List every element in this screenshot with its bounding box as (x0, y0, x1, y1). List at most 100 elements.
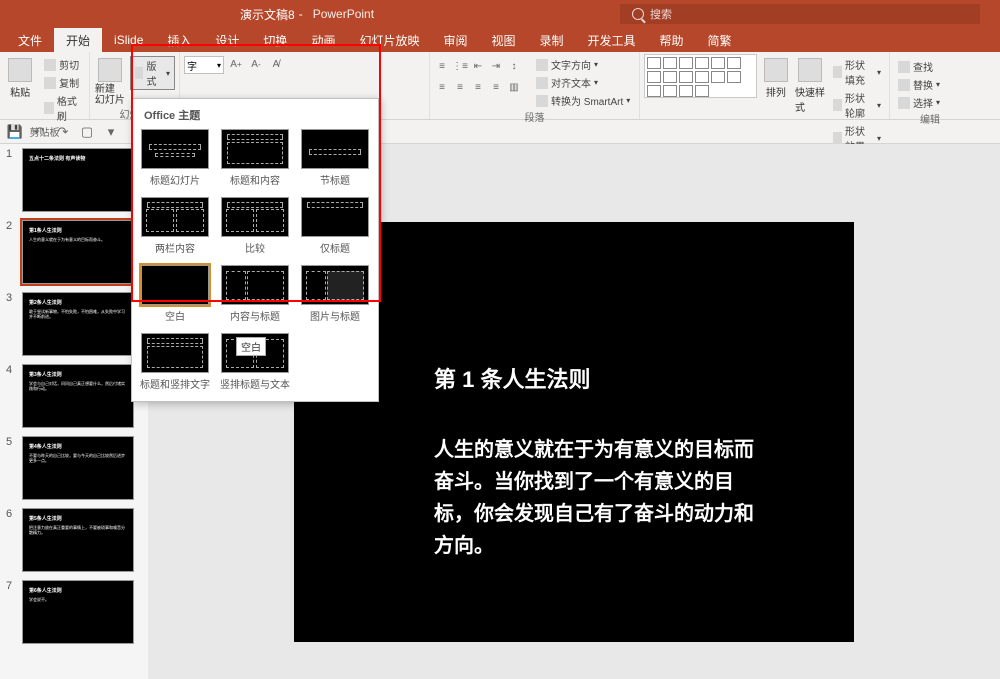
slide-thumbnail[interactable]: 五点十二条法则 有声读物 (22, 148, 134, 212)
tab-file[interactable]: 文件 (6, 28, 54, 52)
slide-thumbnail[interactable]: 第1条人生法则人生的意义就在于为有意义的目标而奋斗。 (22, 220, 134, 284)
layout-option-title-vtext[interactable]: 标题和竖排文字 (140, 333, 210, 391)
tab-animations[interactable]: 动画 (299, 28, 347, 52)
slide-thumbnail[interactable]: 第5条人生法则把注意力放在真正重要的事情上，不要被琐事和噪音分散精力。 (22, 508, 134, 572)
tab-insert[interactable]: 插入 (155, 28, 203, 52)
thumbnail-number: 7 (6, 580, 16, 644)
shape-icon (695, 57, 709, 69)
thumbnail-title: 第6条人生法则 (29, 587, 127, 594)
layout-option-label: 内容与标题 (230, 308, 280, 323)
line-spacing-button[interactable]: ↕ (506, 58, 522, 74)
thumbnail-row: 1五点十二条法则 有声读物 (6, 148, 142, 212)
bullets-button[interactable]: ≡ (434, 58, 450, 74)
align-justify-button[interactable]: ≡ (488, 79, 504, 95)
copy-button[interactable]: 复制 (40, 74, 85, 91)
slide-thumbnail[interactable]: 第2条人生法则敢于尝试新事物，不怕失败，不怕困难，从失败中学习并不断前进。 (22, 292, 134, 356)
layout-option-title-slide[interactable]: 标题幻灯片 (140, 129, 210, 187)
layout-thumb-icon (141, 333, 209, 373)
shapes-gallery[interactable] (644, 54, 757, 98)
text-direction-icon (536, 59, 548, 71)
tab-jianfan[interactable]: 简繁 (696, 28, 744, 52)
chevron-down-icon: ▾ (166, 69, 170, 78)
tab-home[interactable]: 开始 (54, 28, 102, 52)
clear-format-button[interactable]: A̸ (268, 56, 284, 72)
slide-thumbnails-pane[interactable]: 1五点十二条法则 有声读物 2第1条人生法则人生的意义就在于为有意义的目标而奋斗。… (0, 144, 148, 679)
quick-styles-button[interactable]: 快速样式 (795, 54, 825, 114)
align-text-icon (536, 77, 548, 89)
arrange-icon (764, 58, 788, 82)
numbering-button[interactable]: ⋮≡ (452, 58, 468, 74)
ribbon-tabs: 文件 开始 iSlide 插入 设计 切换 动画 幻灯片放映 审阅 视图 录制 … (0, 28, 1000, 52)
layout-dropdown-panel: Office 主题 标题幻灯片标题和内容节标题两栏内容比较仅标题空白内容与标题图… (131, 98, 379, 402)
new-slide-button[interactable]: 新建 幻灯片 (94, 54, 126, 106)
group-clipboard: 粘贴 剪切 复制 格式刷 剪贴板 (0, 52, 90, 119)
indent-left-button[interactable]: ⇤ (470, 58, 486, 74)
search-placeholder: 搜索 (650, 6, 672, 22)
shape-icon (711, 57, 725, 69)
shape-outline-button[interactable]: 形状轮廓▾ (829, 89, 885, 121)
format-painter-button[interactable]: 格式刷 (40, 92, 85, 124)
layout-panel-header: Office 主题 (140, 105, 370, 129)
align-text-button[interactable]: 对齐文本▾ (532, 74, 634, 91)
layout-option-picture-caption[interactable]: 图片与标题 (300, 265, 370, 323)
cut-button[interactable]: 剪切 (40, 56, 85, 73)
paste-button[interactable]: 粘贴 (4, 54, 36, 99)
layout-option-title-only[interactable]: 仅标题 (300, 197, 370, 255)
layout-option-blank[interactable]: 空白 (140, 265, 210, 323)
decrease-font-button[interactable]: A- (248, 56, 264, 72)
replace-icon (898, 79, 910, 91)
outline-icon (833, 99, 842, 111)
align-right-button[interactable]: ≡ (470, 79, 486, 95)
tab-review[interactable]: 审阅 (431, 28, 479, 52)
layout-option-label: 节标题 (320, 172, 350, 187)
slide-heading[interactable]: 第 1 条人生法则 (434, 362, 754, 394)
tab-view[interactable]: 视图 (479, 28, 527, 52)
slide-thumbnail[interactable]: 第6条人生法则学会说不。 (22, 580, 134, 644)
replace-button[interactable]: 替换▾ (894, 76, 944, 93)
layout-option-section-header[interactable]: 节标题 (300, 129, 370, 187)
shape-icon (679, 71, 693, 83)
arrange-button[interactable]: 排列 (761, 54, 791, 99)
slide-body[interactable]: 人生的意义就在于为有意义的目标而奋斗。当你找到了一个有意义的目标，你会发现自己有… (434, 434, 754, 562)
qat-more-button[interactable]: ▾ (102, 123, 120, 141)
tab-islide[interactable]: iSlide (102, 28, 155, 52)
layout-option-comparison[interactable]: 比较 (220, 197, 290, 255)
search-box[interactable]: 搜索 (620, 4, 980, 24)
indent-right-button[interactable]: ⇥ (488, 58, 504, 74)
convert-smartart-button[interactable]: 转换为 SmartArt▾ (532, 92, 634, 109)
tab-record[interactable]: 录制 (528, 28, 576, 52)
columns-button[interactable]: ▥ (506, 79, 522, 95)
tab-design[interactable]: 设计 (203, 28, 251, 52)
align-center-button[interactable]: ≡ (452, 79, 468, 95)
thumbnail-number: 6 (6, 508, 16, 572)
slide-thumbnail[interactable]: 第4条人生法则不要与昨天的自己比较，要与今天的自己比较然后进步更多一点。 (22, 436, 134, 500)
tab-transitions[interactable]: 切换 (251, 28, 299, 52)
shape-icon (663, 57, 677, 69)
thumbnail-number: 2 (6, 220, 16, 284)
layout-thumb-icon (141, 265, 209, 305)
layout-thumb-icon (301, 197, 369, 237)
tab-slideshow[interactable]: 幻灯片放映 (347, 28, 431, 52)
thumbnail-title: 第1条人生法则 (29, 227, 127, 234)
increase-font-button[interactable]: A+ (228, 56, 244, 72)
layout-thumb-icon (301, 129, 369, 169)
shape-fill-button[interactable]: 形状填充▾ (829, 56, 885, 88)
thumbnail-row: 2第1条人生法则人生的意义就在于为有意义的目标而奋斗。 (6, 220, 142, 284)
tab-developer[interactable]: 开发工具 (576, 28, 648, 52)
layout-option-title-content[interactable]: 标题和内容 (220, 129, 290, 187)
find-button[interactable]: 查找 (894, 58, 944, 75)
thumbnail-number: 5 (6, 436, 16, 500)
tab-help[interactable]: 帮助 (648, 28, 696, 52)
font-family-dropdown[interactable]: 字▾ (184, 56, 224, 74)
align-left-button[interactable]: ≡ (434, 79, 450, 95)
layout-dropdown-button[interactable]: 版式▾ (130, 56, 175, 90)
select-button[interactable]: 选择▾ (894, 94, 944, 111)
fill-icon (833, 66, 842, 78)
slide-thumbnail[interactable]: 第3条人生法则学会与自己对话，问问自己真正想要什么，然后付诸实践和行动。 (22, 364, 134, 428)
layout-tooltip: 空白 (236, 337, 266, 356)
text-direction-button[interactable]: 文字方向▾ (532, 56, 634, 73)
layout-option-two-content[interactable]: 两栏内容 (140, 197, 210, 255)
layout-option-content-caption[interactable]: 内容与标题 (220, 265, 290, 323)
quick-styles-icon (798, 58, 822, 82)
group-label-editing: 编辑 (894, 111, 966, 125)
